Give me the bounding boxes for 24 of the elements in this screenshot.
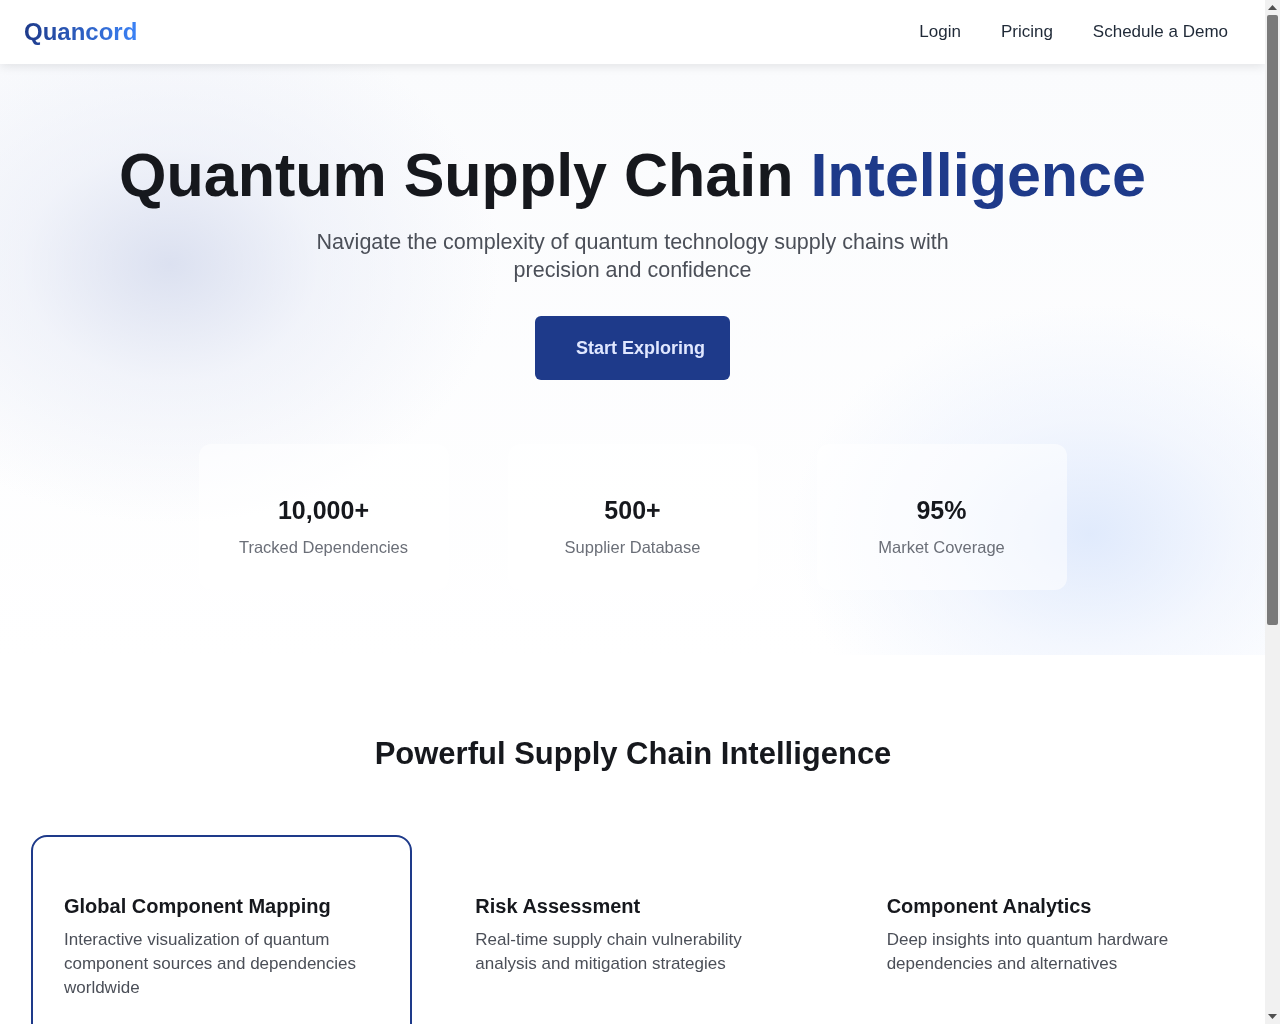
stat-value: 10,000+ — [277, 495, 370, 525]
hero-title: Quantum Supply Chain Intelligence — [119, 140, 1146, 211]
feature-card[interactable]: Global Component Mapping Interactive visualization of quantum component sources and dependencies worldwide — [31, 835, 413, 1024]
stat-value: 95% — [916, 495, 967, 525]
stat-label: Market Coverage — [878, 537, 1005, 558]
scroll-up-icon[interactable] — [1268, 5, 1277, 10]
feature-title: Global Component Mapping — [64, 894, 332, 919]
feature-title: Risk Assessment — [475, 894, 642, 919]
feature-description: Real-time supply chain vulnerability analysis and mitigation strategies — [475, 929, 743, 975]
feature-description: Deep insights into quantum hardware dependencies and alternatives — [886, 929, 1170, 975]
feature-description: Interactive visualization of quantum component sources and dependencies worldwide — [64, 929, 358, 999]
nav-link[interactable]: Login — [919, 22, 961, 42]
stat-label: Tracked Dependencies — [238, 537, 409, 558]
section-heading: Powerful Supply Chain Intelligence — [374, 735, 892, 773]
scrollbar[interactable] — [1265, 0, 1280, 1024]
feature-title: Component Analytics — [886, 894, 1093, 919]
hero-subtitle: Navigate the complexity of quantum technology supply chains with precision and confidence — [315, 229, 950, 284]
nav-link[interactable]: Schedule a Demo — [1092, 22, 1228, 42]
scrollbar-thumb[interactable] — [1267, 15, 1278, 625]
scroll-down-icon[interactable] — [1268, 1014, 1277, 1019]
stat-label: Supplier Database — [564, 537, 701, 558]
start-exploring-button[interactable]: Start Exploring — [535, 316, 730, 380]
nav-link[interactable]: Pricing — [1000, 22, 1053, 42]
stat-value: 500+ — [604, 495, 661, 525]
